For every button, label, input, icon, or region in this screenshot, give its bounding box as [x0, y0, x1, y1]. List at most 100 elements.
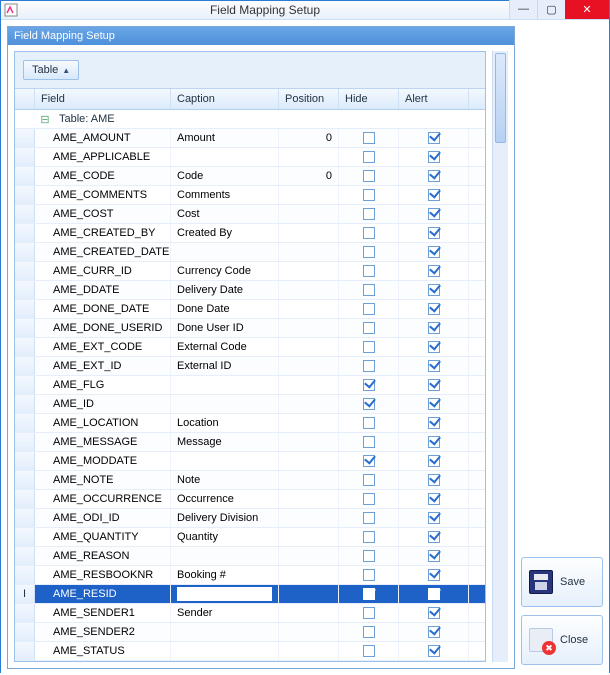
cell-alert[interactable]: [399, 167, 469, 185]
hide-checkbox[interactable]: [363, 379, 375, 391]
cell-alert[interactable]: [399, 319, 469, 337]
cell-position[interactable]: [279, 642, 339, 660]
cell-hide[interactable]: [339, 471, 399, 489]
cell-hide[interactable]: [339, 262, 399, 280]
cell-field[interactable]: AME_MESSAGE: [35, 433, 171, 451]
alert-checkbox[interactable]: [428, 170, 440, 182]
table-row[interactable]: AME_NOTENote: [15, 471, 485, 490]
cell-caption[interactable]: Done User ID: [171, 319, 279, 337]
cell-position[interactable]: [279, 509, 339, 527]
table-row[interactable]: AME_QUANTITYQuantity: [15, 528, 485, 547]
alert-checkbox[interactable]: [428, 360, 440, 372]
cell-caption[interactable]: External Code: [171, 338, 279, 356]
group-bar[interactable]: Table ▲: [15, 52, 485, 89]
cell-hide[interactable]: [339, 509, 399, 527]
table-row[interactable]: AME_SENDER2: [15, 623, 485, 642]
alert-checkbox[interactable]: [428, 455, 440, 467]
group-row[interactable]: ⊟ Table: AME: [15, 110, 485, 129]
cell-caption[interactable]: Delivery Date: [171, 281, 279, 299]
hide-checkbox[interactable]: [363, 208, 375, 220]
cell-alert[interactable]: [399, 528, 469, 546]
cell-field[interactable]: AME_REASON: [35, 547, 171, 565]
cell-hide[interactable]: [339, 243, 399, 261]
column-field[interactable]: Field: [35, 89, 171, 109]
alert-checkbox[interactable]: [428, 341, 440, 353]
cell-position[interactable]: [279, 224, 339, 242]
table-row[interactable]: AME_COMMENTSComments: [15, 186, 485, 205]
cell-hide[interactable]: [339, 186, 399, 204]
cell-field[interactable]: AME_APPLICABLE: [35, 148, 171, 166]
table-row[interactable]: AME_DONE_USERIDDone User ID: [15, 319, 485, 338]
cell-alert[interactable]: [399, 186, 469, 204]
cell-caption[interactable]: [171, 148, 279, 166]
cell-field[interactable]: AME_DDATE: [35, 281, 171, 299]
cell-hide[interactable]: [339, 224, 399, 242]
cell-hide[interactable]: [339, 357, 399, 375]
table-row[interactable]: AME_STATUS: [15, 642, 485, 661]
column-hide[interactable]: Hide: [339, 89, 399, 109]
caption-input[interactable]: [177, 587, 272, 601]
table-row[interactable]: IAME_RESID: [15, 585, 485, 604]
cell-hide[interactable]: [339, 433, 399, 451]
cell-field[interactable]: AME_LOCATION: [35, 414, 171, 432]
cell-hide[interactable]: [339, 528, 399, 546]
table-row[interactable]: AME_DONE_DATEDone Date: [15, 300, 485, 319]
cell-hide[interactable]: [339, 452, 399, 470]
cell-hide[interactable]: [339, 566, 399, 584]
cell-caption[interactable]: Sender: [171, 604, 279, 622]
maximize-button[interactable]: ▢: [537, 0, 565, 19]
table-row[interactable]: AME_CREATED_DATE: [15, 243, 485, 262]
alert-checkbox[interactable]: [428, 607, 440, 619]
table-row[interactable]: AME_ID: [15, 395, 485, 414]
hide-checkbox[interactable]: [363, 189, 375, 201]
cell-position[interactable]: [279, 604, 339, 622]
cell-position[interactable]: [279, 433, 339, 451]
cell-hide[interactable]: [339, 300, 399, 318]
cell-hide[interactable]: [339, 338, 399, 356]
hide-checkbox[interactable]: [363, 246, 375, 258]
alert-checkbox[interactable]: [428, 227, 440, 239]
alert-checkbox[interactable]: [428, 474, 440, 486]
cell-field[interactable]: AME_AMOUNT: [35, 129, 171, 147]
cell-alert[interactable]: [399, 224, 469, 242]
cell-caption[interactable]: [171, 642, 279, 660]
cell-caption[interactable]: Location: [171, 414, 279, 432]
cell-position[interactable]: [279, 414, 339, 432]
cell-position[interactable]: [279, 205, 339, 223]
hide-checkbox[interactable]: [363, 398, 375, 410]
table-row[interactable]: AME_ODI_IDDelivery Division: [15, 509, 485, 528]
cell-alert[interactable]: [399, 262, 469, 280]
cell-field[interactable]: AME_RESID: [35, 585, 171, 603]
alert-checkbox[interactable]: [428, 645, 440, 657]
hide-checkbox[interactable]: [363, 151, 375, 163]
cell-hide[interactable]: [339, 281, 399, 299]
table-row[interactable]: AME_CODECode0: [15, 167, 485, 186]
table-row[interactable]: AME_DDATEDelivery Date: [15, 281, 485, 300]
hide-checkbox[interactable]: [363, 512, 375, 524]
save-button[interactable]: Save: [521, 557, 603, 607]
alert-checkbox[interactable]: [428, 531, 440, 543]
cell-alert[interactable]: [399, 395, 469, 413]
cell-position[interactable]: [279, 376, 339, 394]
cell-field[interactable]: AME_ID: [35, 395, 171, 413]
cell-caption[interactable]: [171, 243, 279, 261]
cell-alert[interactable]: [399, 205, 469, 223]
table-row[interactable]: AME_CURR_IDCurrency Code: [15, 262, 485, 281]
cell-caption[interactable]: Currency Code: [171, 262, 279, 280]
cell-caption[interactable]: Message: [171, 433, 279, 451]
table-row[interactable]: AME_APPLICABLE: [15, 148, 485, 167]
alert-checkbox[interactable]: [428, 151, 440, 163]
cell-caption[interactable]: Delivery Division: [171, 509, 279, 527]
column-caption[interactable]: Caption: [171, 89, 279, 109]
hide-checkbox[interactable]: [363, 455, 375, 467]
cell-caption[interactable]: [171, 547, 279, 565]
cell-alert[interactable]: [399, 452, 469, 470]
column-alert[interactable]: Alert: [399, 89, 469, 109]
cell-hide[interactable]: [339, 547, 399, 565]
cell-caption[interactable]: Quantity: [171, 528, 279, 546]
cell-position[interactable]: [279, 623, 339, 641]
group-chip-table[interactable]: Table ▲: [23, 60, 79, 80]
cell-position[interactable]: [279, 148, 339, 166]
hide-checkbox[interactable]: [363, 132, 375, 144]
alert-checkbox[interactable]: [428, 303, 440, 315]
